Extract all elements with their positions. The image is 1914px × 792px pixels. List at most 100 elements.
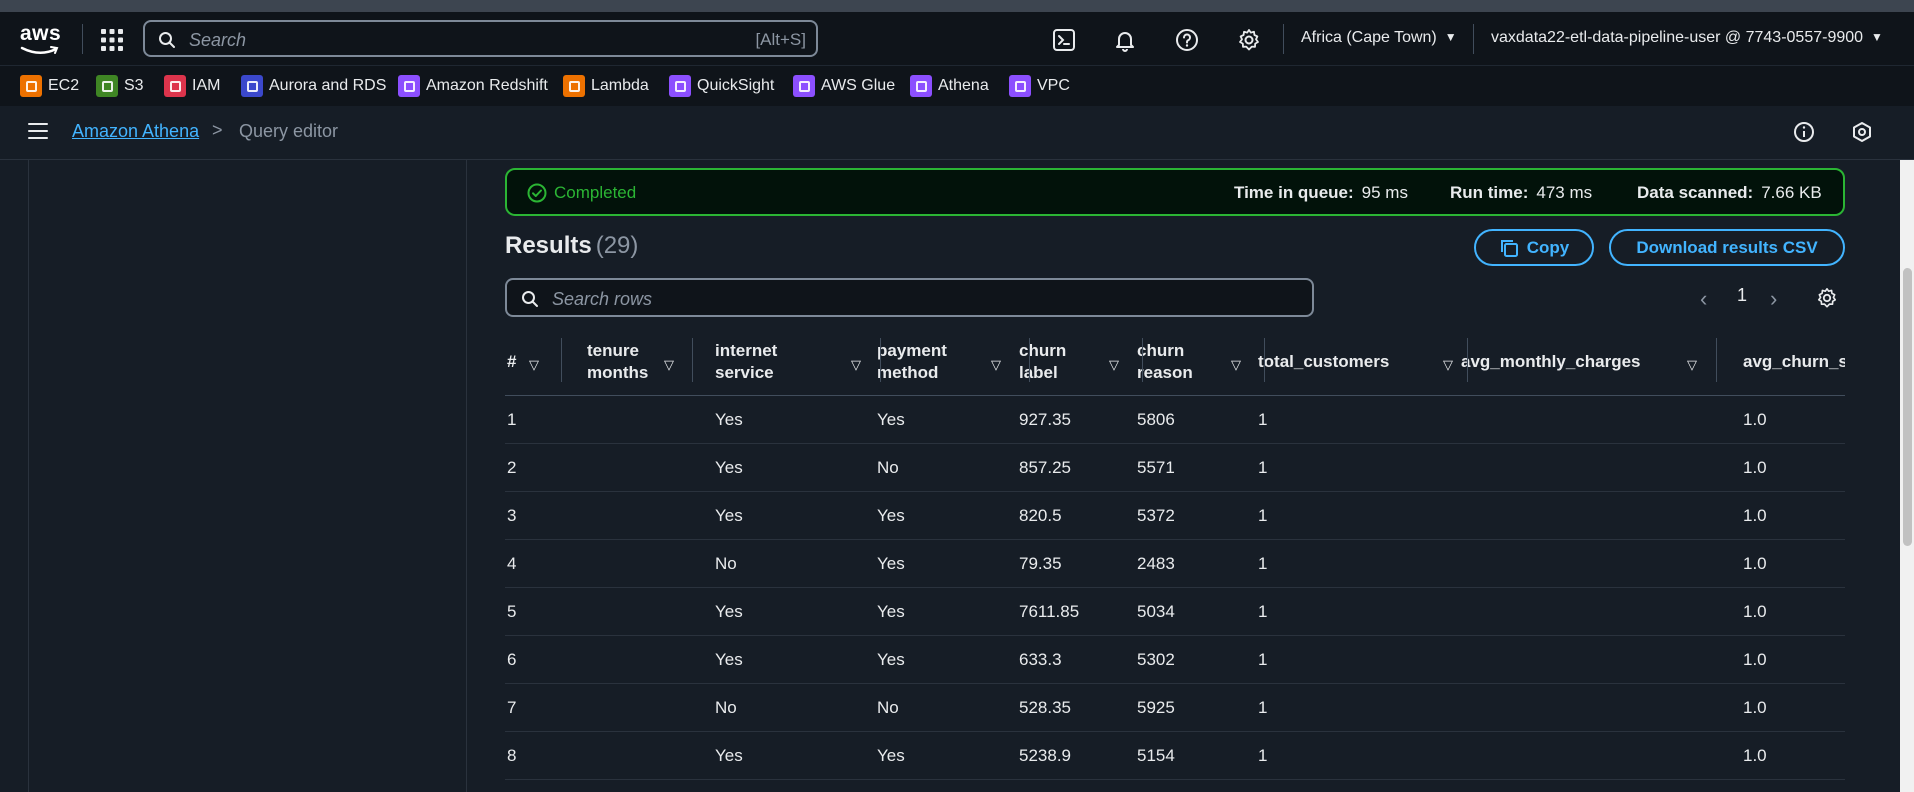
menu-hamburger-icon[interactable] — [28, 123, 48, 141]
sort-caret-icon[interactable]: ▽ — [1443, 354, 1453, 376]
column-divider[interactable] — [1142, 338, 1143, 382]
column-divider[interactable] — [880, 338, 881, 382]
data-scanned: Data scanned: 7.66 KB — [1637, 183, 1822, 202]
account-menu[interactable]: vaxdata22-etl-data-pipeline-user @ 7743-… — [1491, 29, 1883, 47]
tools-panel-icon[interactable] — [1851, 121, 1873, 143]
sort-caret-icon[interactable]: ▽ — [1231, 354, 1241, 376]
column-divider[interactable] — [561, 338, 562, 382]
notifications-bell-icon[interactable] — [1113, 28, 1137, 52]
table-cell: 820.5 — [1019, 506, 1062, 525]
column-header-line: method — [877, 363, 939, 382]
quicksight-icon — [669, 75, 691, 97]
glue-icon — [793, 75, 815, 97]
table-cell: Yes — [715, 410, 743, 429]
lambda-icon — [563, 75, 585, 97]
info-icon[interactable] — [1793, 121, 1815, 143]
column-header[interactable]: total_customers ▽ — [505, 336, 1845, 396]
column-divider[interactable] — [1716, 338, 1717, 382]
table-cell: 857.25 — [1019, 458, 1071, 477]
column-header-label[interactable]: # — [507, 351, 516, 373]
column-divider[interactable] — [1264, 338, 1265, 382]
table-cell: Yes — [715, 650, 743, 669]
ec2-icon — [20, 75, 42, 97]
column-header[interactable]: avg_monthly_charges ▽ — [505, 336, 1845, 396]
help-icon[interactable] — [1175, 28, 1199, 52]
column-header-label[interactable]: churn label — [1019, 340, 1066, 384]
table-row[interactable]: 8 Yes Yes 5238.9 5154 1 1.0 — [505, 732, 1845, 780]
breadcrumb-separator: > — [212, 120, 223, 140]
favorite-vpc[interactable]: VPC — [1009, 74, 1070, 98]
table-cell: 5806 — [1137, 410, 1175, 429]
column-header-label[interactable]: avg_monthly_charges — [1461, 351, 1641, 373]
table-cell: 4 — [507, 554, 517, 573]
column-header-line: months — [587, 363, 649, 382]
favorite-redshift[interactable]: Amazon Redshift — [398, 74, 548, 98]
aws-logo[interactable]: aws — [20, 22, 64, 56]
column-header[interactable]: avg_churn_s — [505, 336, 1845, 396]
favorite-quicksight[interactable]: QuickSight — [669, 74, 774, 98]
favorite-s3[interactable]: S3 — [96, 74, 144, 98]
search-rows-input[interactable]: Search rows — [505, 278, 1314, 317]
favorite-lambda[interactable]: Lambda — [563, 74, 649, 98]
column-header-line: internet — [715, 341, 778, 360]
table-row[interactable]: 4 No Yes 79.35 2483 1 1.0 — [505, 540, 1845, 588]
column-header[interactable]: internet service ▽ — [505, 336, 1845, 396]
table-cell: 1 — [1258, 410, 1268, 429]
favorite-iam[interactable]: IAM — [164, 74, 220, 98]
column-divider[interactable] — [1467, 338, 1468, 382]
favorite-athena[interactable]: Athena — [910, 74, 989, 98]
header-divider — [82, 24, 83, 54]
download-results-csv-button[interactable]: Download results CSV — [1609, 229, 1845, 266]
sort-caret-icon[interactable]: ▽ — [529, 354, 539, 376]
table-cell: 5034 — [1137, 602, 1175, 621]
favorite-ec2[interactable]: EC2 — [20, 74, 79, 98]
column-header-label[interactable]: tenure months — [587, 340, 648, 384]
run-time: Run time: 473 ms — [1450, 183, 1593, 202]
table-row[interactable]: 6 Yes Yes 633.3 5302 1 1.0 — [505, 636, 1845, 684]
table-row[interactable]: 2 Yes No 857.25 5571 1 1.0 — [505, 444, 1845, 492]
column-header-label[interactable]: payment method — [877, 340, 947, 384]
table-row[interactable]: 1 Yes Yes 927.35 5806 1 1.0 — [505, 396, 1845, 444]
cloudshell-icon[interactable] — [1052, 28, 1076, 52]
table-cell: 1 — [1258, 458, 1268, 477]
caret-down-icon: ▼ — [1871, 30, 1883, 44]
copy-button[interactable]: Copy — [1474, 229, 1594, 266]
column-divider[interactable] — [1029, 338, 1030, 382]
sort-caret-icon[interactable]: ▽ — [851, 354, 861, 376]
table-row[interactable]: 7 No No 528.35 5925 1 1.0 — [505, 684, 1845, 732]
page-scrollbar-thumb[interactable] — [1903, 268, 1912, 546]
column-header[interactable]: churn reason ▽ — [505, 336, 1845, 396]
column-header[interactable]: churn label ▽ — [505, 336, 1845, 396]
sort-caret-icon[interactable]: ▽ — [991, 354, 1001, 376]
sort-caret-icon[interactable]: ▽ — [1687, 354, 1697, 376]
table-cell: 5238.9 — [1019, 746, 1071, 765]
aws-smile-icon — [20, 46, 59, 54]
favorite-aws-glue[interactable]: AWS Glue — [793, 74, 895, 98]
sort-caret-icon[interactable]: ▽ — [1109, 354, 1119, 376]
column-header[interactable]: # ▽ — [505, 336, 1845, 396]
table-cell: Yes — [715, 746, 743, 765]
favorite-aurora-rds[interactable]: Aurora and RDS — [241, 74, 386, 98]
column-header-label[interactable]: total_customers — [1258, 351, 1389, 373]
sort-caret-icon[interactable]: ▽ — [664, 354, 674, 376]
success-check-icon — [527, 183, 547, 203]
column-header[interactable]: tenure months ▽ — [505, 336, 1845, 396]
page-number[interactable]: 1 — [1737, 285, 1747, 306]
column-header[interactable]: payment method ▽ — [505, 336, 1845, 396]
previous-page-icon[interactable]: ‹ — [1700, 286, 1707, 312]
column-header-label[interactable]: internet service — [715, 340, 777, 384]
table-row[interactable]: 3 Yes Yes 820.5 5372 1 1.0 — [505, 492, 1845, 540]
column-divider[interactable] — [692, 338, 693, 382]
time-in-queue: Time in queue: 95 ms — [1234, 183, 1408, 202]
next-page-icon[interactable]: › — [1770, 286, 1777, 312]
table-preferences-gear-icon[interactable] — [1816, 287, 1838, 309]
table-cell: 1.0 — [1743, 458, 1767, 477]
column-header-label[interactable]: churn reason — [1137, 340, 1193, 384]
table-row[interactable]: 5 Yes Yes 7611.85 5034 1 1.0 — [505, 588, 1845, 636]
column-header-label[interactable]: avg_churn_s — [1743, 351, 1845, 373]
region-selector[interactable]: Africa (Cape Town) ▼ — [1301, 29, 1457, 47]
settings-gear-icon[interactable] — [1237, 28, 1261, 52]
breadcrumb-athena-link[interactable]: Amazon Athena — [72, 121, 199, 142]
services-grid-icon[interactable] — [100, 28, 124, 52]
global-search-input[interactable]: Search [Alt+S] — [143, 20, 818, 57]
